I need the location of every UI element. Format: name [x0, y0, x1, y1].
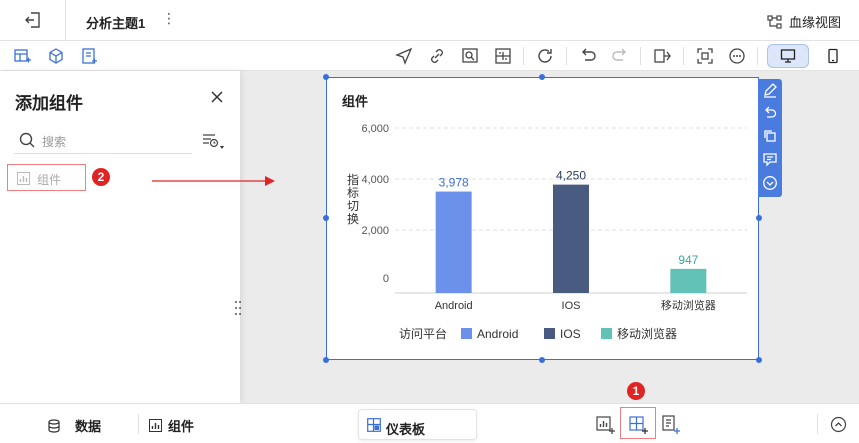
dashboard-tab[interactable]: 仪表板	[358, 409, 477, 440]
divider	[817, 414, 818, 434]
dashboard-icon	[367, 418, 381, 432]
legend-entry: 移动浏览器	[617, 326, 677, 341]
add-table-icon[interactable]	[12, 46, 32, 66]
y-tick-label: 2,000	[361, 225, 389, 237]
x-tick-label: Android	[435, 300, 473, 312]
divider	[138, 414, 139, 434]
resize-handle-icon[interactable]	[234, 300, 242, 316]
device-switcher	[760, 44, 852, 68]
resize-handle[interactable]	[756, 215, 762, 221]
add-component-panel: 添加组件 搜索 组件 2	[0, 71, 242, 403]
y-axis-label: 指标切换	[347, 172, 359, 226]
more-circle-icon[interactable]	[727, 46, 747, 66]
bottom-bar: 数据 组件 仪表板 1	[0, 382, 859, 443]
legend-title: 访问平台	[399, 326, 447, 341]
panel-title: 添加组件	[15, 94, 83, 113]
component-side-toolbar	[758, 79, 782, 197]
data-label: 947	[678, 253, 698, 267]
undo-icon[interactable]	[578, 46, 598, 66]
component-tab-label: 组件	[168, 419, 195, 434]
add-report-icon[interactable]	[79, 46, 99, 66]
mobile-icon	[828, 48, 838, 64]
legend-swatch	[601, 328, 612, 339]
mobile-view-button[interactable]	[818, 44, 848, 68]
search-input[interactable]: 搜索	[14, 127, 192, 154]
drag-arrow	[152, 176, 275, 186]
legend-entry: IOS	[560, 327, 581, 341]
cube-icon[interactable]	[46, 46, 66, 66]
search-placeholder: 搜索	[42, 135, 67, 149]
close-icon[interactable]	[208, 88, 226, 106]
resize-handle[interactable]	[756, 357, 762, 363]
step-badge-1: 1	[627, 382, 645, 400]
lineage-label: 血缘视图	[788, 15, 841, 30]
bar	[670, 268, 707, 293]
database-icon	[48, 418, 60, 433]
undo-icon[interactable]	[762, 105, 778, 121]
component-tab[interactable]: 组件	[149, 416, 194, 435]
divider	[640, 47, 641, 65]
resize-handle[interactable]	[323, 74, 329, 80]
add-chart-icon[interactable]	[594, 413, 616, 435]
step-badge-2: 2	[92, 168, 110, 186]
lineage-view-button[interactable]: 血缘视图	[767, 12, 841, 31]
resize-handle[interactable]	[323, 357, 329, 363]
resize-handle[interactable]	[323, 215, 329, 221]
dashboard-tab-label: 仪表板	[386, 422, 426, 437]
chart-component[interactable]: 组件 0 2,000 4,000 6,000 指标切换 3,978 Android 4,250…	[326, 77, 759, 360]
resize-handle[interactable]	[539, 74, 545, 80]
lineage-icon	[767, 14, 782, 29]
desktop-view-button[interactable]	[767, 44, 809, 68]
y-tick-label: 4,000	[361, 174, 389, 186]
divider	[683, 47, 684, 65]
resize-handle[interactable]	[539, 357, 545, 363]
divider	[757, 47, 758, 65]
top-bar: 分析主题1 ⋮ 血缘视图	[0, 0, 859, 41]
link-icon[interactable]	[427, 46, 447, 66]
y-tick-label: 6,000	[361, 123, 389, 135]
y-tick-label: 0	[383, 273, 389, 285]
edit-icon[interactable]	[762, 82, 778, 98]
add-dashboard-icon[interactable]	[627, 413, 649, 435]
bar	[553, 184, 589, 293]
bar	[435, 191, 472, 293]
copy-icon[interactable]	[762, 128, 778, 144]
data-tab-label: 数据	[75, 419, 102, 434]
legend-swatch	[544, 328, 555, 339]
bar-chart-icon	[17, 172, 30, 185]
component-label: 组件	[37, 173, 62, 187]
expand-down-icon[interactable]	[762, 175, 778, 191]
more-options-icon[interactable]: ⋮	[162, 10, 176, 30]
export-icon[interactable]	[652, 46, 672, 66]
x-tick-label: 移动浏览器	[661, 298, 716, 312]
image-search-icon[interactable]	[460, 46, 480, 66]
data-label: 4,250	[556, 169, 586, 183]
add-report-icon[interactable]	[659, 413, 681, 435]
legend-swatch	[461, 328, 472, 339]
component-list-item[interactable]: 组件	[7, 164, 86, 191]
bar-chart: 0 2,000 4,000 6,000 指标切换 3,978 Android 4,250 IOS…	[347, 123, 747, 341]
sort-filter-icon[interactable]	[200, 131, 226, 151]
search-icon	[19, 132, 35, 148]
toolbar	[0, 41, 859, 71]
grid-layout-icon[interactable]	[493, 46, 513, 66]
desktop-icon	[780, 49, 796, 63]
refresh-icon[interactable]	[535, 46, 555, 66]
send-icon[interactable]	[394, 46, 414, 66]
divider	[523, 47, 524, 65]
x-tick-label: IOS	[562, 300, 581, 312]
collapse-up-icon[interactable]	[830, 416, 847, 433]
redo-icon[interactable]	[610, 46, 630, 66]
exit-icon[interactable]	[23, 10, 43, 30]
screenshot-icon[interactable]	[695, 46, 715, 66]
bar-chart-icon	[149, 419, 162, 432]
data-label: 3,978	[439, 176, 469, 190]
legend-entry: Android	[477, 327, 518, 341]
comment-icon[interactable]	[762, 151, 778, 167]
divider	[65, 0, 66, 41]
page-title: 分析主题1	[86, 16, 146, 31]
data-tab[interactable]: 数据	[47, 416, 101, 435]
divider	[566, 47, 567, 65]
